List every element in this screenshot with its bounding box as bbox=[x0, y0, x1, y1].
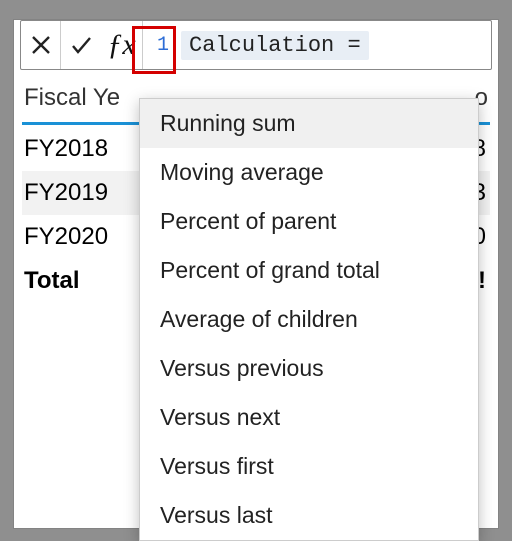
calculation-dropdown: Running sum Moving average Percent of pa… bbox=[139, 98, 479, 541]
dropdown-item-versus-next[interactable]: Versus next bbox=[140, 393, 478, 442]
formula-input[interactable]: 1 Calculation = bbox=[143, 31, 369, 60]
close-icon bbox=[29, 33, 53, 57]
fx-button[interactable]: ƒx bbox=[101, 21, 143, 69]
check-icon bbox=[69, 33, 93, 57]
dropdown-item-versus-first[interactable]: Versus first bbox=[140, 442, 478, 491]
header-fiscal-year[interactable]: Fiscal Ye bbox=[24, 84, 134, 112]
row-label: FY2019 bbox=[24, 179, 108, 207]
formula-bar: ƒx 1 Calculation = bbox=[20, 20, 492, 70]
dropdown-item-running-sum[interactable]: Running sum bbox=[140, 99, 478, 148]
formula-expression: Calculation = bbox=[181, 31, 369, 60]
fx-icon: ƒx bbox=[107, 28, 135, 62]
dropdown-item-versus-last[interactable]: Versus last bbox=[140, 491, 478, 540]
row-label: FY2018 bbox=[24, 135, 108, 163]
cancel-button[interactable] bbox=[21, 21, 61, 69]
line-number: 1 bbox=[157, 34, 169, 57]
dropdown-item-percent-of-grand-total[interactable]: Percent of grand total bbox=[140, 246, 478, 295]
dropdown-item-percent-of-parent[interactable]: Percent of parent bbox=[140, 197, 478, 246]
commit-button[interactable] bbox=[61, 21, 101, 69]
report-panel: ƒx 1 Calculation = Fiscal Ye o FY2018 8 … bbox=[14, 20, 498, 528]
row-label: FY2020 bbox=[24, 223, 108, 251]
dropdown-item-average-of-children[interactable]: Average of children bbox=[140, 295, 478, 344]
row-label: Total bbox=[24, 267, 80, 295]
dropdown-item-moving-average[interactable]: Moving average bbox=[140, 148, 478, 197]
dropdown-item-versus-previous[interactable]: Versus previous bbox=[140, 344, 478, 393]
